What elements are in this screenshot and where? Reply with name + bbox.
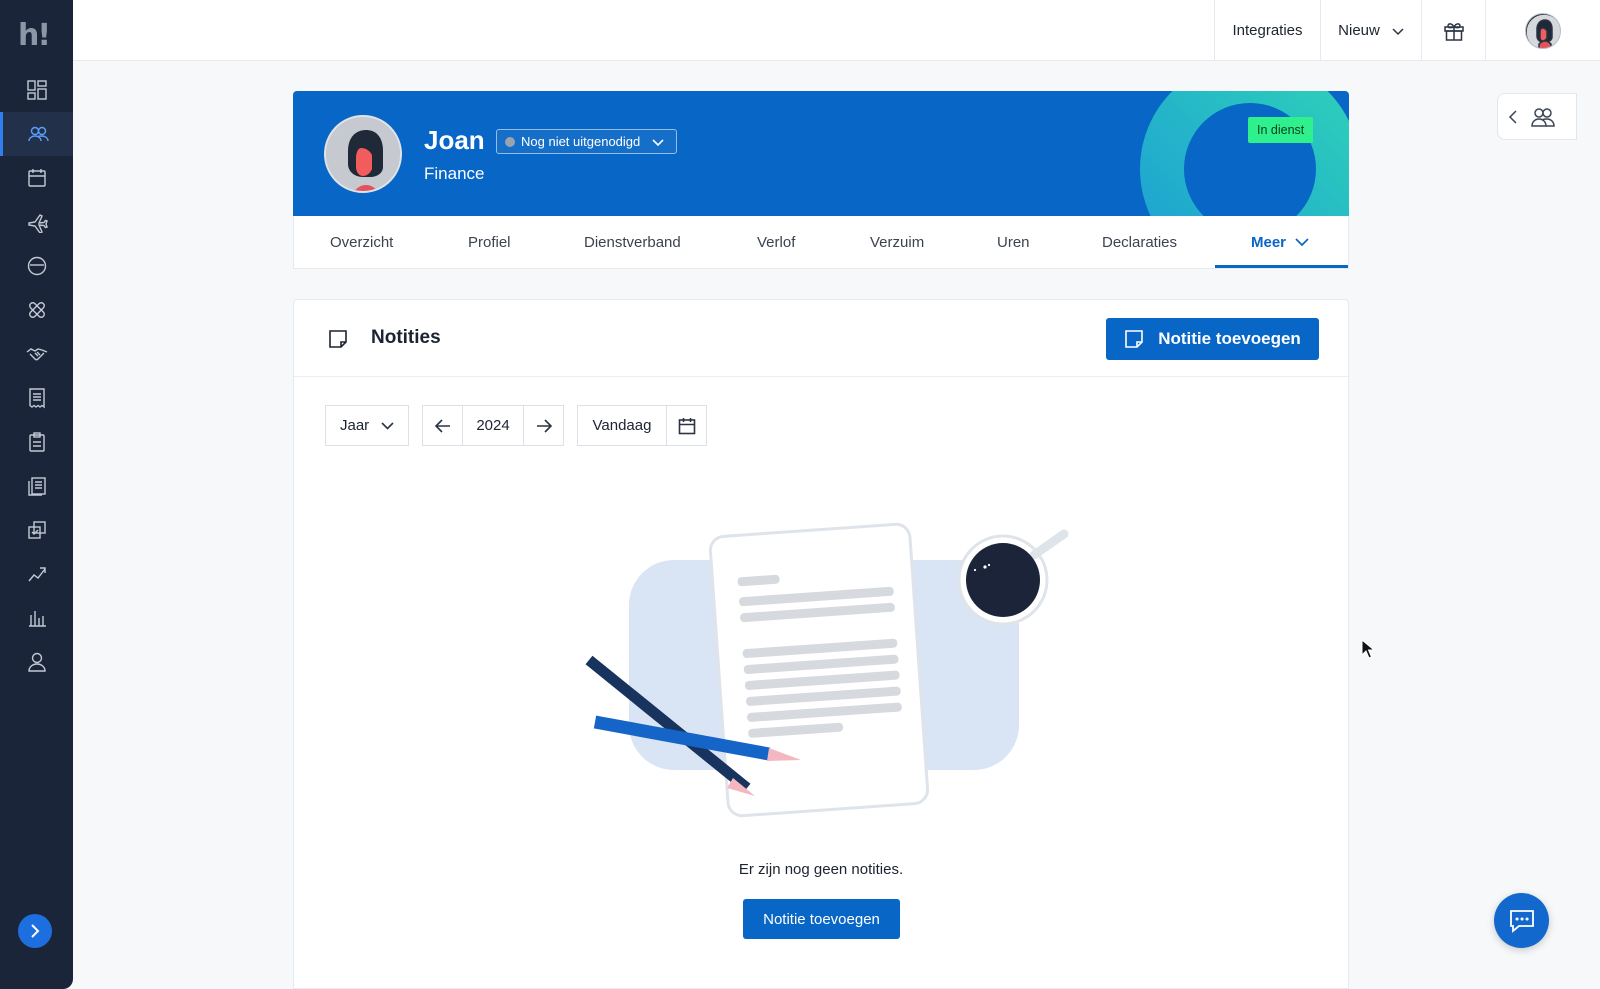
- next-year-button[interactable]: [523, 406, 563, 445]
- sidebar-item-leave[interactable]: [0, 200, 73, 244]
- chevron-down-icon: [652, 138, 664, 146]
- user-icon: [27, 652, 46, 672]
- status-badge: In dienst: [1248, 117, 1314, 143]
- tab-meer[interactable]: Meer: [1251, 216, 1309, 268]
- empty-add-note-button[interactable]: Notitie toevoegen: [743, 899, 900, 939]
- employee-avatar: [324, 115, 402, 193]
- expand-sidebar-button[interactable]: [18, 914, 52, 948]
- notes-panel: Notities Notitie toevoegen Jaar 2024 Van…: [293, 299, 1349, 989]
- user-menu-button[interactable]: [1485, 0, 1600, 61]
- gift-icon: [1443, 22, 1464, 41]
- bandage-icon: [28, 302, 45, 318]
- new-label: Nieuw: [1338, 22, 1380, 39]
- avatar: [1525, 12, 1561, 49]
- date-picker-button[interactable]: [667, 406, 706, 445]
- today-button[interactable]: Vandaag: [578, 406, 667, 445]
- side-panel-toggle[interactable]: [1497, 93, 1577, 140]
- sidebar-item-documents[interactable]: [0, 464, 73, 508]
- top-bar: Integraties Nieuw: [73, 0, 1600, 61]
- active-tab-indicator: [1215, 265, 1348, 268]
- handshake-icon: [26, 348, 47, 361]
- page-title: Notities: [371, 327, 441, 348]
- app-logo[interactable]: h!: [18, 18, 58, 53]
- sidebar-item-growth[interactable]: [0, 552, 73, 596]
- add-note-button[interactable]: Notitie toevoegen: [1106, 318, 1319, 360]
- sidebar-item-expenses[interactable]: [0, 376, 73, 420]
- sidebar-item-absence[interactable]: [0, 288, 73, 332]
- tab-verlof[interactable]: Verlof: [757, 216, 795, 268]
- employee-department: Finance: [424, 164, 485, 183]
- notes-header: Notities Notitie toevoegen: [294, 300, 1348, 377]
- tab-verzuim[interactable]: Verzuim: [870, 216, 924, 268]
- sidebar-item-hours[interactable]: [0, 244, 73, 288]
- integrations-link[interactable]: Integraties: [1214, 0, 1320, 61]
- avatar-illustration-icon: [1526, 13, 1560, 48]
- clock-icon: [27, 256, 46, 276]
- dashboard-icon: [26, 80, 47, 100]
- sidebar-item-tasks[interactable]: [0, 420, 73, 464]
- sidebar-item-calendar[interactable]: [0, 156, 73, 200]
- empty-state-message: Er zijn nog geen notities.: [738, 861, 904, 878]
- sidebar-item-account[interactable]: [0, 640, 73, 684]
- calendar-icon: [27, 169, 46, 187]
- status-dot-icon: [505, 136, 515, 147]
- add-note-label: Notitie toevoegen: [1158, 329, 1301, 348]
- tab-overzicht[interactable]: Overzicht: [330, 216, 393, 268]
- note-icon: [1125, 330, 1143, 348]
- employee-name: Joan: [424, 125, 485, 155]
- new-menu-button[interactable]: Nieuw: [1320, 0, 1421, 61]
- chevron-right-icon: [31, 924, 40, 938]
- sidebar-item-reports[interactable]: [0, 596, 73, 640]
- sidebar-item-dashboard[interactable]: [0, 68, 73, 112]
- employee-tabs: Overzicht Profiel Dienstverband Verlof V…: [293, 216, 1349, 269]
- tab-uren[interactable]: Uren: [997, 216, 1030, 268]
- tab-declaraties[interactable]: Declaraties: [1102, 216, 1177, 268]
- chevron-left-icon: [1508, 109, 1517, 124]
- period-select-value: Jaar: [340, 417, 370, 434]
- mouse-cursor-icon: [1361, 639, 1375, 659]
- chat-support-button[interactable]: [1494, 893, 1549, 948]
- growth-icon: [27, 567, 46, 582]
- invite-status-dropdown[interactable]: Nog niet uitgenodigd: [496, 129, 678, 154]
- sidebar-item-contracts[interactable]: [0, 332, 73, 376]
- plane-icon: [27, 214, 48, 233]
- bar-chart-icon: [28, 611, 46, 627]
- year-value: 2024: [476, 417, 510, 434]
- people-icon: [28, 126, 49, 142]
- sidebar: h!: [0, 0, 73, 989]
- integrations-label: Integraties: [1232, 22, 1303, 39]
- sidebar-nav: [0, 68, 73, 684]
- arrow-right-icon: [536, 418, 552, 433]
- chevron-down-icon: [381, 421, 394, 430]
- year-navigator: 2024: [422, 405, 564, 446]
- today-group: Vandaag: [577, 405, 707, 446]
- calendar-icon: [678, 417, 695, 434]
- clipboard-icon: [28, 432, 45, 452]
- tab-profiel[interactable]: Profiel: [468, 216, 511, 268]
- chat-icon: [1509, 909, 1534, 933]
- documents-icon: [27, 477, 46, 496]
- tab-dienstverband[interactable]: Dienstverband: [584, 216, 681, 268]
- tab-meer-label: Meer: [1251, 233, 1287, 251]
- period-select[interactable]: Jaar: [325, 405, 409, 446]
- empty-notes-illustration: [585, 522, 1069, 818]
- employee-header: Joan Nog niet uitgenodigd Finance In die…: [293, 91, 1349, 216]
- invite-status-label: Nog niet uitgenodigd: [521, 134, 641, 149]
- previous-year-button[interactable]: [423, 406, 463, 445]
- chevron-down-icon: [1295, 238, 1309, 247]
- chevron-down-icon: [1392, 27, 1404, 35]
- receipt-icon: [28, 388, 45, 409]
- sidebar-item-employees[interactable]: [0, 112, 73, 156]
- gift-button[interactable]: [1421, 0, 1485, 61]
- sidebar-item-checks[interactable]: [0, 508, 73, 552]
- arrow-left-icon: [434, 418, 450, 433]
- note-icon: [329, 330, 347, 348]
- people-icon: [1531, 107, 1555, 127]
- checklist-icon: [27, 521, 46, 539]
